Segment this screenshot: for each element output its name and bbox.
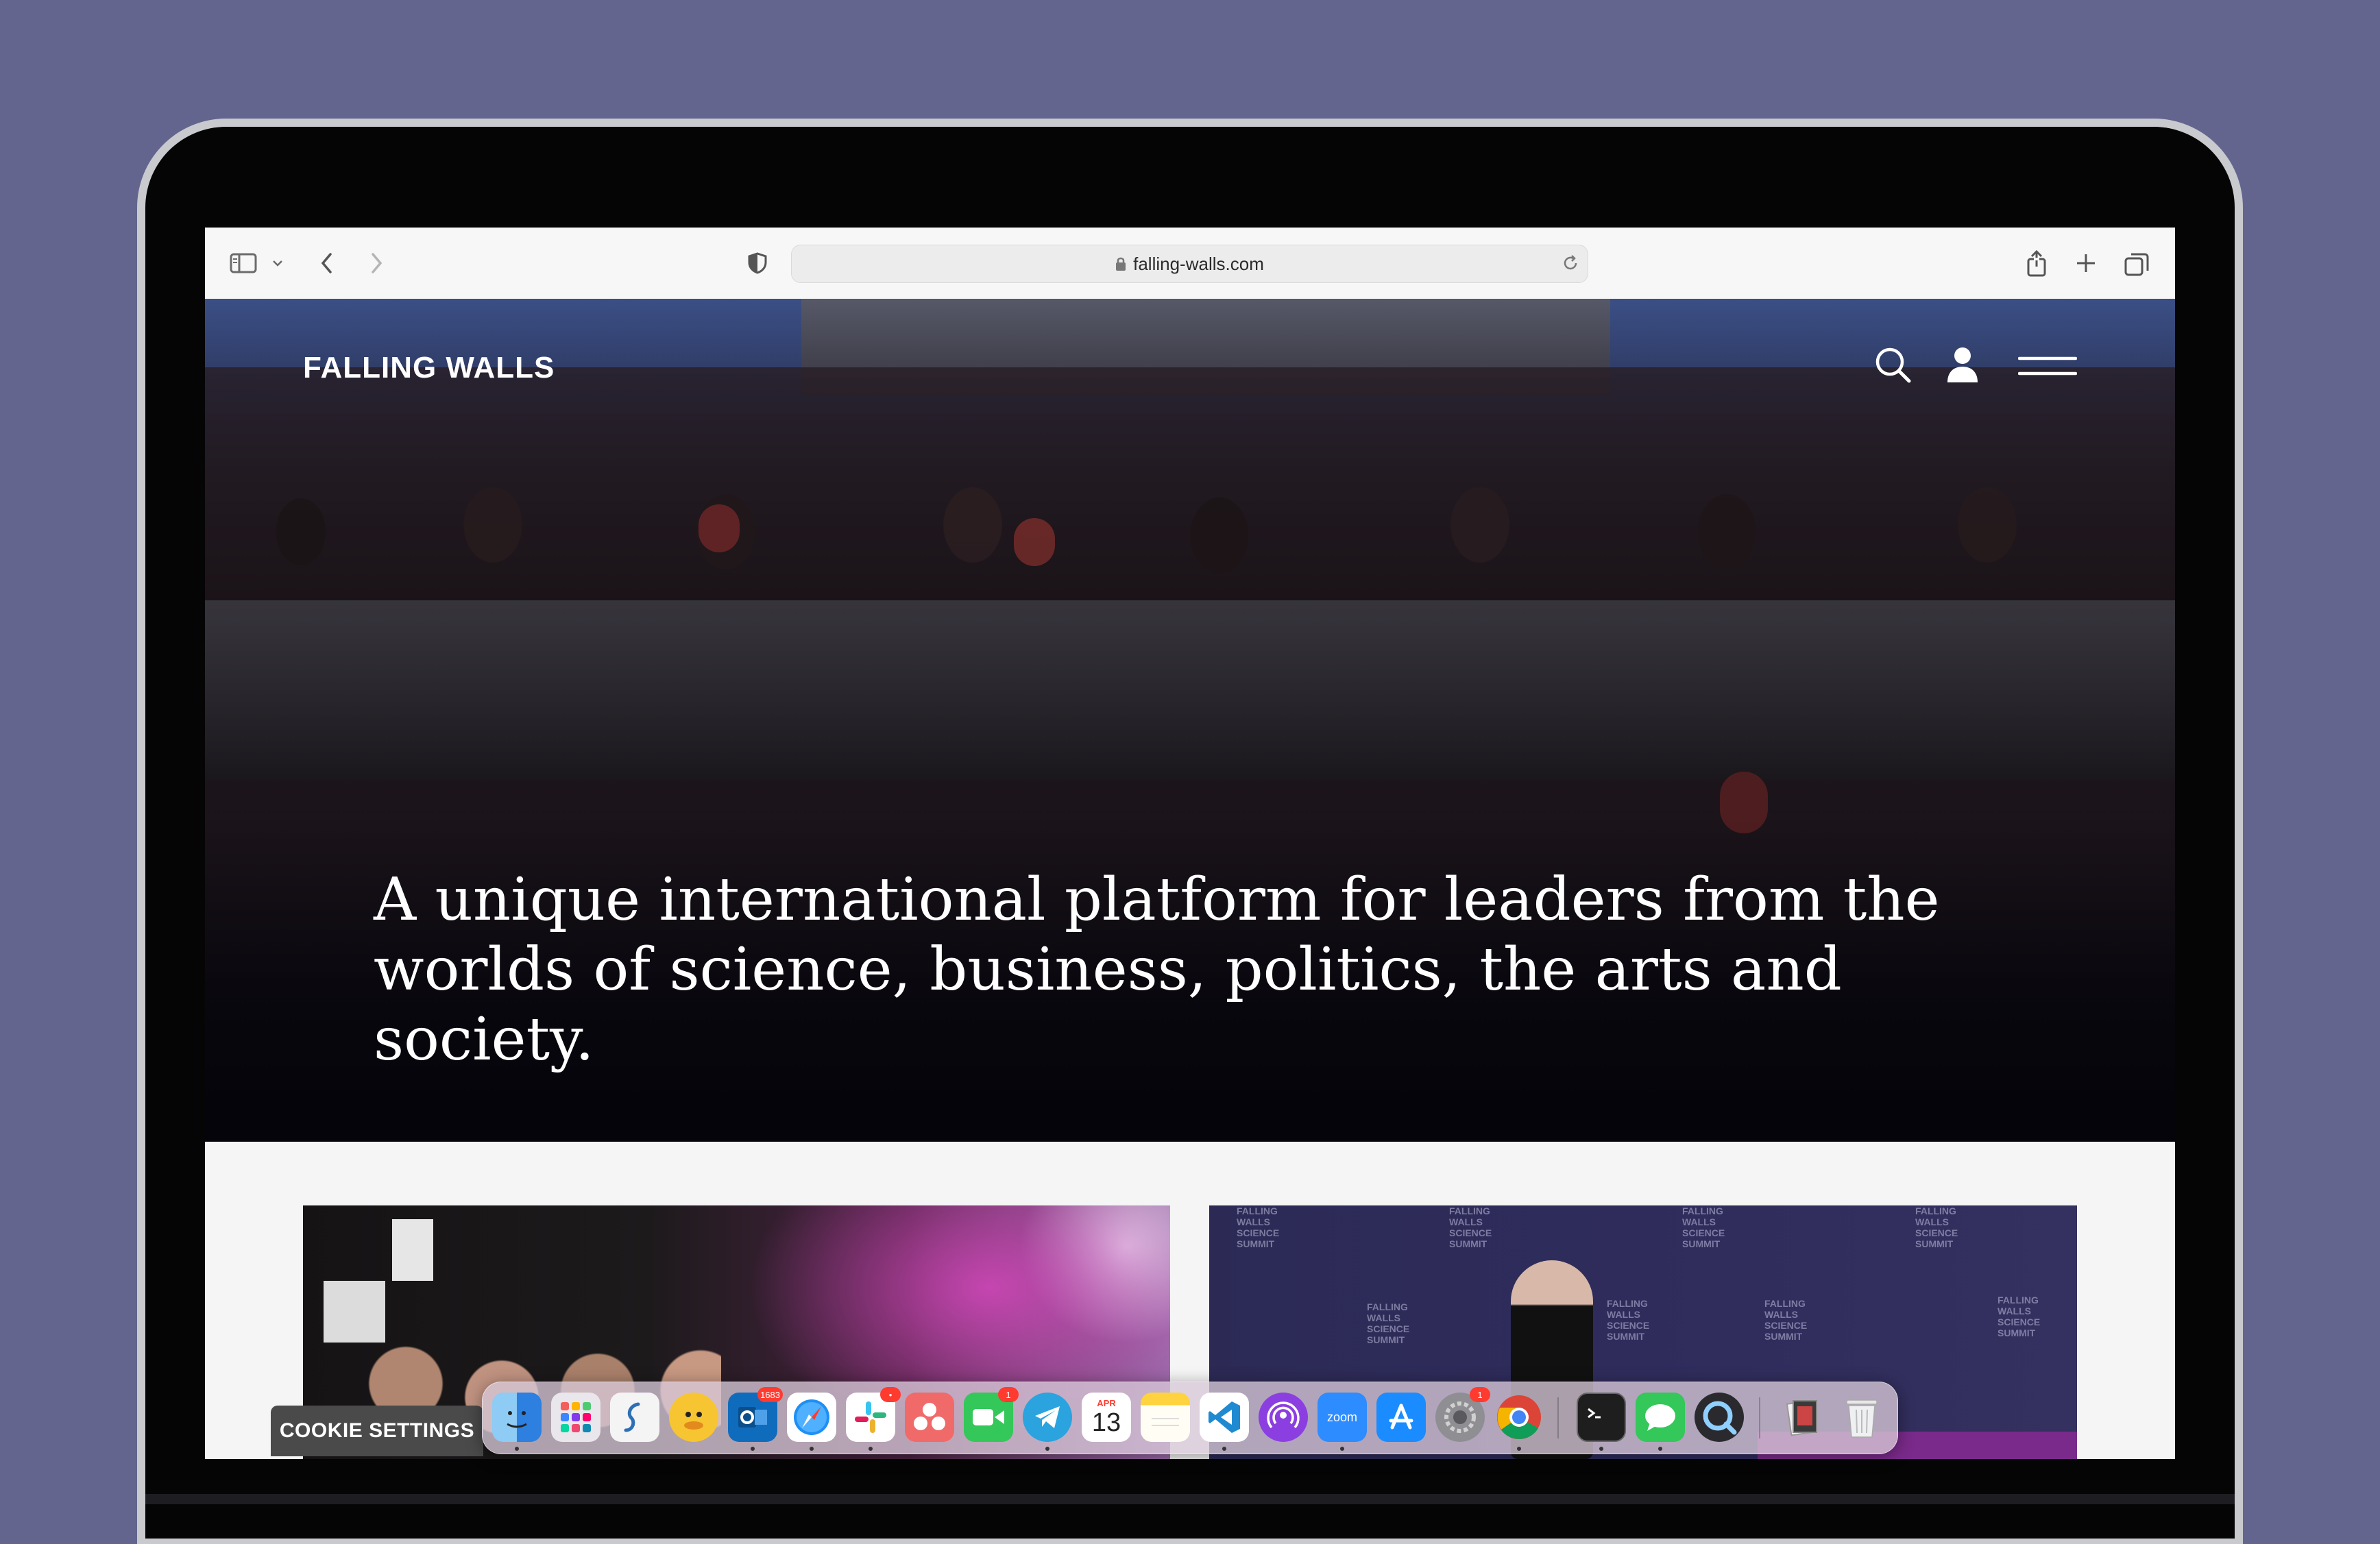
card-watermark: FALLING WALLS SCIENCE SUMMIT (1237, 1205, 1280, 1249)
running-indicator (1658, 1447, 1662, 1451)
running-indicator (810, 1447, 814, 1451)
zoom-icon[interactable]: zoom (1318, 1393, 1367, 1442)
finder-icon[interactable] (492, 1393, 542, 1442)
calendar-month: APR (1097, 1398, 1116, 1408)
chevron-down-icon[interactable] (271, 256, 284, 270)
card-watermark: FALLING WALLS SCIENCE SUMMIT (1997, 1295, 2041, 1338)
url-text: falling-walls.com (1133, 253, 1264, 274)
site-logo[interactable]: FALLING WALLS (303, 351, 555, 385)
search-icon[interactable] (1872, 344, 1913, 385)
browser-toolbar: falling-walls.com (205, 228, 2175, 299)
calendar-day: 13 (1091, 1408, 1121, 1437)
hero-photo-detail (699, 504, 740, 552)
notification-badge: • (880, 1387, 901, 1402)
hero-photo-crowd (205, 367, 2175, 614)
safari-icon[interactable] (787, 1393, 836, 1442)
notification-badge: 1 (1470, 1387, 1490, 1402)
hero-photo-detail (1014, 518, 1055, 566)
slack-icon[interactable]: • (846, 1387, 901, 1442)
outlook-icon[interactable]: 1683 (728, 1387, 783, 1442)
hero-photo-wall (205, 600, 2175, 779)
card-watermark: FALLING WALLS SCIENCE SUMMIT (1449, 1205, 1492, 1249)
running-indicator (1222, 1447, 1226, 1451)
address-bar[interactable]: falling-walls.com (791, 245, 1588, 283)
cyberduck-icon[interactable] (669, 1393, 718, 1442)
forward-icon[interactable] (364, 251, 389, 275)
chrome-icon[interactable] (1494, 1393, 1544, 1442)
zoom-label: zoom (1326, 1410, 1357, 1424)
menu-icon[interactable] (2017, 352, 2078, 380)
running-indicator (751, 1447, 755, 1451)
podcasts-icon[interactable] (1259, 1393, 1308, 1442)
card-watermark: FALLING WALLS SCIENCE SUMMIT (1764, 1298, 1808, 1342)
asana-icon[interactable] (905, 1393, 954, 1442)
hero-section: FALLING WALLS A unique international pla… (205, 299, 2175, 1142)
browser-screen: falling-walls.com FALLING WALLS A unique… (205, 228, 2175, 1459)
terminal-icon[interactable] (1577, 1393, 1626, 1442)
reload-icon[interactable] (1562, 254, 1579, 272)
running-indicator (515, 1447, 519, 1451)
card-watermark: FALLING WALLS SCIENCE SUMMIT (1367, 1301, 1410, 1345)
hero-headline: A unique international platform for lead… (374, 866, 1940, 1074)
scrivener-icon[interactable] (610, 1393, 659, 1442)
telegram-icon[interactable] (1023, 1393, 1072, 1442)
running-indicator (869, 1447, 873, 1451)
card-watermark: FALLING WALLS SCIENCE SUMMIT (1915, 1205, 1958, 1249)
tab-overview-icon[interactable] (2123, 251, 2150, 278)
app-store-icon[interactable] (1376, 1393, 1426, 1442)
card-photo-sign (392, 1219, 433, 1281)
running-indicator (1599, 1447, 1603, 1451)
sidebar-toggle-icon[interactable] (230, 251, 257, 275)
cookie-settings-button[interactable]: COOKIE SETTINGS (271, 1406, 483, 1456)
running-indicator (1340, 1447, 1344, 1451)
new-tab-icon[interactable] (2074, 251, 2098, 275)
user-account-icon[interactable] (1943, 344, 1982, 385)
card-watermark: FALLING WALLS SCIENCE SUMMIT (1607, 1298, 1650, 1342)
laptop-hinge (145, 1494, 2235, 1504)
dock-separator (1557, 1397, 1559, 1438)
lock-icon (1115, 256, 1126, 271)
notification-badge: 1683 (757, 1387, 783, 1402)
trash-icon[interactable] (1837, 1393, 1886, 1442)
card-watermark: FALLING WALLS SCIENCE SUMMIT (1682, 1205, 1725, 1249)
share-icon[interactable] (2023, 248, 2050, 278)
dock-separator (1759, 1397, 1760, 1438)
calendar-icon[interactable]: APR 13 (1082, 1393, 1131, 1442)
hero-photo-detail (1720, 772, 1768, 833)
launchpad-icon[interactable] (551, 1393, 600, 1442)
macos-dock: 1683 • 1 APR 13 zoom 1 (482, 1382, 1898, 1454)
notification-badge: 1 (998, 1387, 1019, 1402)
notes-icon[interactable] (1141, 1393, 1190, 1442)
vscode-icon[interactable] (1200, 1393, 1249, 1442)
privacy-shield-icon[interactable] (745, 251, 770, 275)
system-preferences-icon[interactable]: 1 (1435, 1387, 1490, 1442)
messages-icon[interactable] (1636, 1393, 1685, 1442)
facetime-icon[interactable]: 1 (964, 1387, 1019, 1442)
back-icon[interactable] (315, 251, 339, 275)
downloads-stack-icon[interactable] (1778, 1393, 1827, 1442)
quicktime-icon[interactable] (1695, 1393, 1744, 1442)
running-indicator (1045, 1447, 1049, 1451)
running-indicator (1517, 1447, 1521, 1451)
